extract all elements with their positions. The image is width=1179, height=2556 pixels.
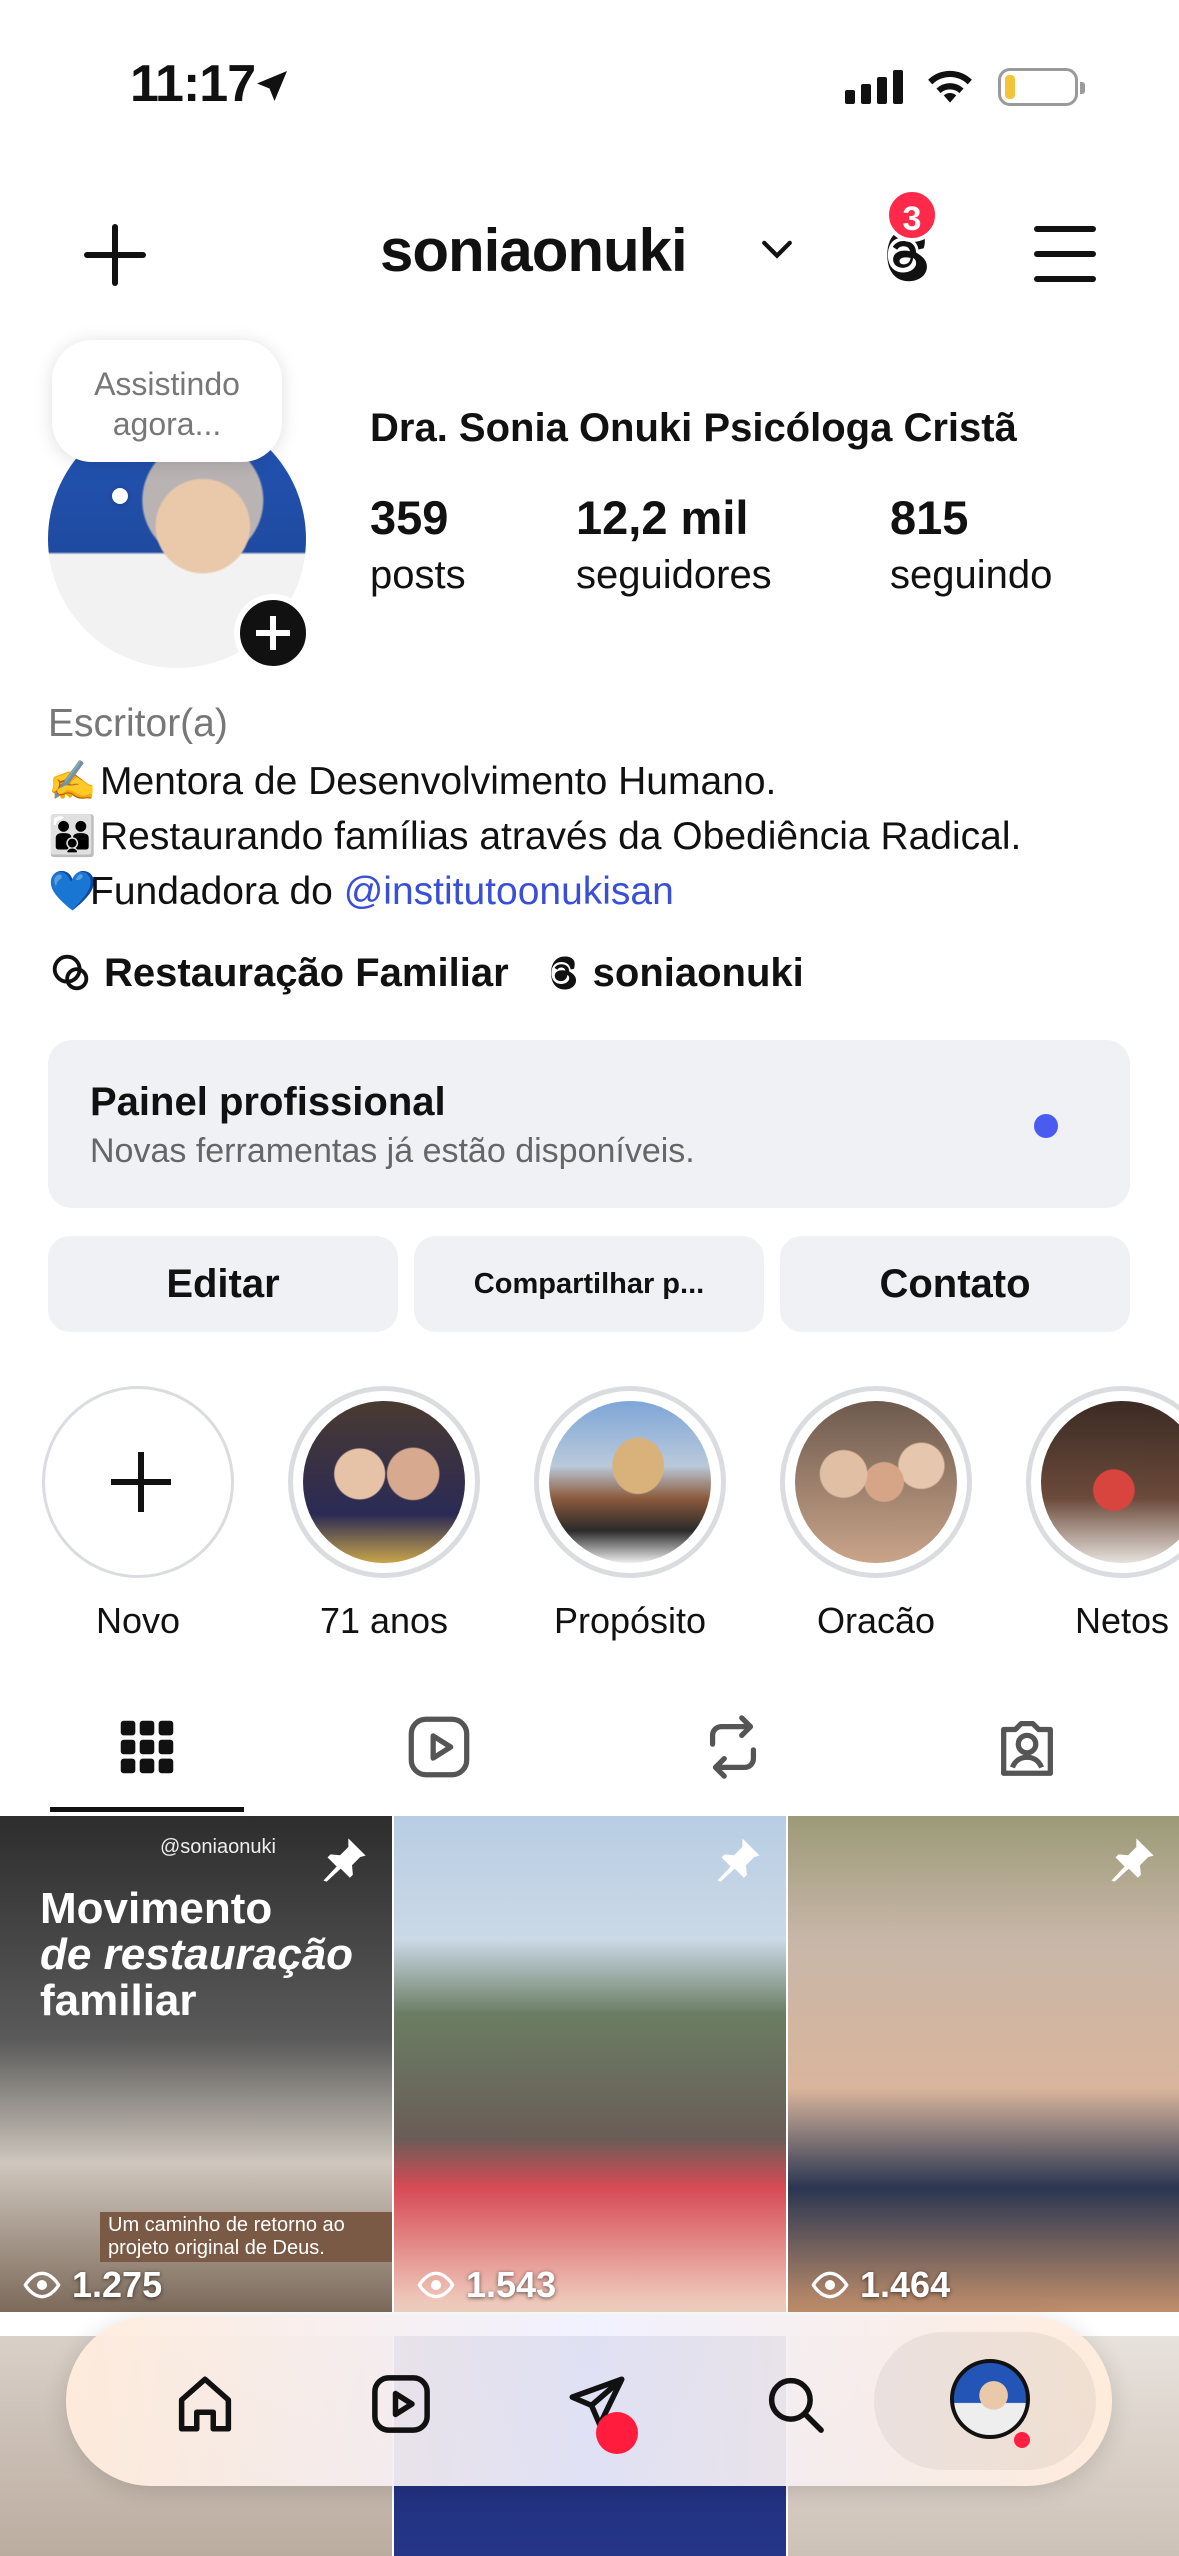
eye-icon — [811, 2271, 849, 2299]
stat-value: 815 — [890, 491, 969, 544]
highlight-item[interactable]: Oracão — [780, 1386, 972, 1642]
broadcast-channel-link[interactable]: Restauração Familiar — [48, 950, 509, 996]
bio-line: Restaurando famílias através da Obediênc… — [100, 815, 1022, 858]
plus-icon — [42, 1386, 234, 1578]
nav-home[interactable] — [152, 2351, 252, 2451]
profile-category: Escritor(a) — [48, 702, 228, 745]
view-count: 1.464 — [810, 2264, 950, 2306]
status-bar: 11:17 — [0, 0, 1179, 150]
family-icon: 👪 — [48, 815, 97, 858]
chevron-down-icon[interactable] — [760, 238, 794, 262]
tab-reels[interactable] — [342, 1700, 536, 1812]
profile-content-tabs — [0, 1700, 1179, 1812]
pin-icon — [717, 1838, 760, 1882]
username-switcher[interactable]: soniaonuki — [380, 216, 688, 285]
profile-avatar-icon — [950, 2359, 1030, 2439]
eye-icon — [417, 2271, 455, 2299]
pin-icon — [1111, 1838, 1154, 1882]
status-time: 11:17 — [130, 55, 256, 113]
tagged-icon — [1001, 1721, 1053, 1776]
tab-tagged[interactable] — [930, 1700, 1124, 1812]
story-highlights: Novo 71 anos Propósito Oracão Netos — [0, 1386, 1179, 1641]
reels-icon — [372, 2375, 430, 2433]
highlight-label: 71 anos — [319, 1600, 449, 1641]
hamburger-menu-icon[interactable] — [1034, 226, 1096, 282]
location-arrow-icon — [257, 71, 287, 101]
nav-profile[interactable] — [874, 2332, 1096, 2470]
profile-note-bubble[interactable]: Assistindo agora... — [52, 340, 282, 462]
highlight-label: Novo — [95, 1600, 181, 1641]
stat-label: posts — [370, 553, 466, 597]
home-icon — [178, 2376, 232, 2432]
profile-header: soniaonuki — [0, 190, 1179, 310]
writing-hand-icon: ✍️ — [48, 760, 97, 803]
stat-followers[interactable]: 12,2 mil seguidores — [576, 490, 772, 598]
stat-following[interactable]: 815 seguindo — [890, 490, 1052, 598]
share-profile-button[interactable]: Compartilhar p... — [414, 1236, 764, 1332]
new-indicator-dot — [1034, 1114, 1058, 1138]
threads-icon — [550, 956, 576, 990]
grid-icon — [120, 1720, 174, 1774]
wifi-icon — [928, 70, 972, 103]
post-thumbnail[interactable]: @soniaonuki Movimento de restauração fam… — [0, 1816, 392, 2312]
profile-bio: ✍️Mentora de Desenvolvimento Humano. 👪Re… — [48, 754, 1021, 919]
battery-icon — [998, 68, 1085, 106]
profile-links: Restauração Familiar soniaonuki — [48, 950, 834, 996]
highlight-item[interactable]: 71 anos — [288, 1386, 480, 1642]
reposts-icon — [709, 1715, 757, 1779]
tab-posts-grid[interactable] — [50, 1700, 244, 1812]
post-overlay-title: Movimento de restauração familiar — [40, 1884, 354, 2025]
stat-value: 359 — [370, 491, 449, 544]
dashboard-subtitle: Novas ferramentas já estão disponíveis. — [90, 1132, 695, 1170]
threads-profile-link[interactable]: soniaonuki — [539, 951, 804, 996]
link-label: Restauração Familiar — [104, 950, 509, 995]
unread-messages-dot — [596, 2412, 638, 2454]
create-plus-button[interactable] — [80, 220, 150, 290]
highlight-label: Propósito — [553, 1600, 707, 1641]
profile-notification-dot — [1014, 2432, 1030, 2448]
dashboard-title: Painel profissional — [90, 1080, 446, 1124]
bottom-navigation-bar — [66, 2316, 1112, 2486]
highlight-label: Netos — [1074, 1600, 1170, 1641]
blue-heart-icon: 💙 — [48, 870, 97, 913]
highlight-item[interactable]: Netos — [1026, 1386, 1179, 1642]
note-bubble-tail — [112, 488, 128, 504]
pin-icon — [323, 1838, 366, 1882]
view-count: 1.543 — [416, 2264, 556, 2306]
search-icon — [768, 2377, 824, 2433]
bio-mention-link[interactable]: @institutoonukisan — [344, 870, 674, 913]
cellular-signal-icon — [845, 70, 903, 104]
tab-reposts[interactable] — [636, 1700, 830, 1812]
post-overlay-caption: Um caminho de retorno ao projeto origina… — [100, 2212, 392, 2262]
highlight-label: Oracão — [816, 1600, 936, 1641]
stat-label: seguidores — [576, 553, 772, 597]
stat-value: 12,2 mil — [576, 491, 749, 544]
bio-line: Fundadora do — [90, 870, 344, 913]
professional-dashboard-card[interactable]: Painel profissional Novas ferramentas já… — [48, 1040, 1130, 1208]
edit-profile-button[interactable]: Editar — [48, 1236, 398, 1332]
contact-button[interactable]: Contato — [780, 1236, 1130, 1332]
highlight-item[interactable]: Propósito — [534, 1386, 726, 1642]
stat-label: seguindo — [890, 553, 1053, 597]
view-count: 1.275 — [22, 2264, 162, 2306]
eye-icon — [23, 2271, 61, 2299]
highlight-new[interactable]: Novo — [42, 1386, 234, 1642]
nav-search[interactable] — [742, 2351, 842, 2451]
link-label: soniaonuki — [592, 950, 804, 995]
post-thumbnail[interactable]: 1.464 — [788, 1816, 1179, 2312]
threads-notification-badge: 3 — [885, 188, 939, 242]
broadcast-channel-icon — [52, 954, 89, 991]
nav-reels[interactable] — [348, 2351, 448, 2451]
add-story-plus-icon[interactable] — [234, 594, 312, 672]
post-thumbnail[interactable]: 1.543 — [394, 1816, 786, 2312]
stat-posts[interactable]: 359 posts — [370, 490, 466, 598]
post-overlay-tag: @soniaonuki — [160, 1836, 276, 1858]
display-name: Dra. Sonia Onuki Psicóloga Cristã — [370, 406, 1017, 450]
bio-line: Mentora de Desenvolvimento Humano. — [100, 760, 777, 803]
reels-icon — [408, 1716, 470, 1778]
